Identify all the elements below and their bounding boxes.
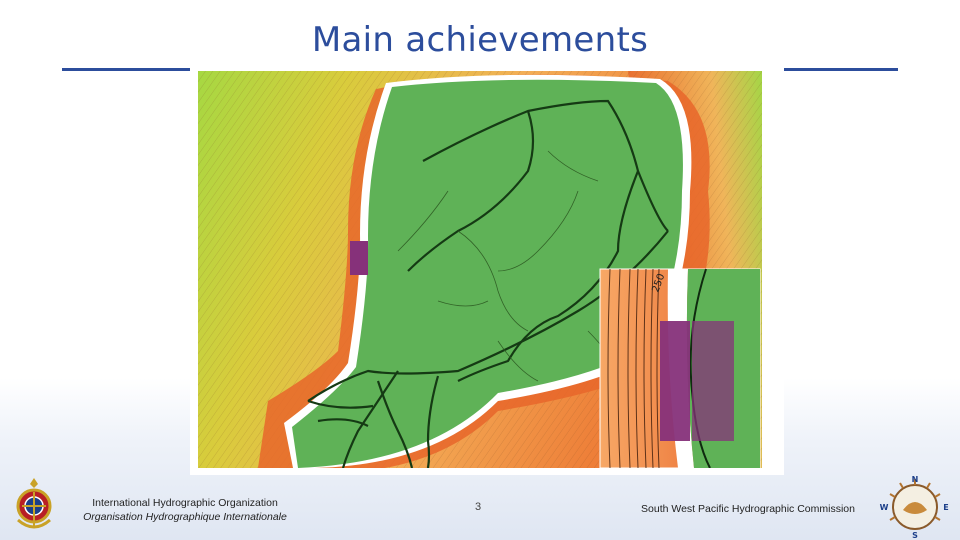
inset-zoom: 250 — [599, 268, 761, 468]
footer-commission: South West Pacific Hydrographic Commissi… — [641, 503, 855, 515]
swphc-compass-logo-icon: N E S W — [880, 475, 949, 540]
title-rule-right — [780, 68, 898, 71]
footer-organization: International Hydrographic Organization … — [70, 496, 300, 524]
compass-e-label: E — [943, 503, 948, 512]
compass-s-label: S — [912, 531, 918, 540]
title-rule-left — [62, 68, 192, 71]
map-image: 250 — [198, 71, 762, 468]
slide-title: Main achievements — [311, 20, 649, 60]
bathymetry-map: 250 — [190, 65, 784, 475]
compass-n-label: N — [912, 475, 919, 484]
compass-w-label: W — [880, 503, 889, 512]
page-number: 3 — [474, 501, 482, 513]
org-name-french: Organisation Hydrographique Internationa… — [83, 511, 287, 523]
iho-logo-icon — [16, 478, 52, 529]
org-name-english: International Hydrographic Organization — [92, 497, 278, 509]
survey-area-highlight — [350, 241, 368, 275]
